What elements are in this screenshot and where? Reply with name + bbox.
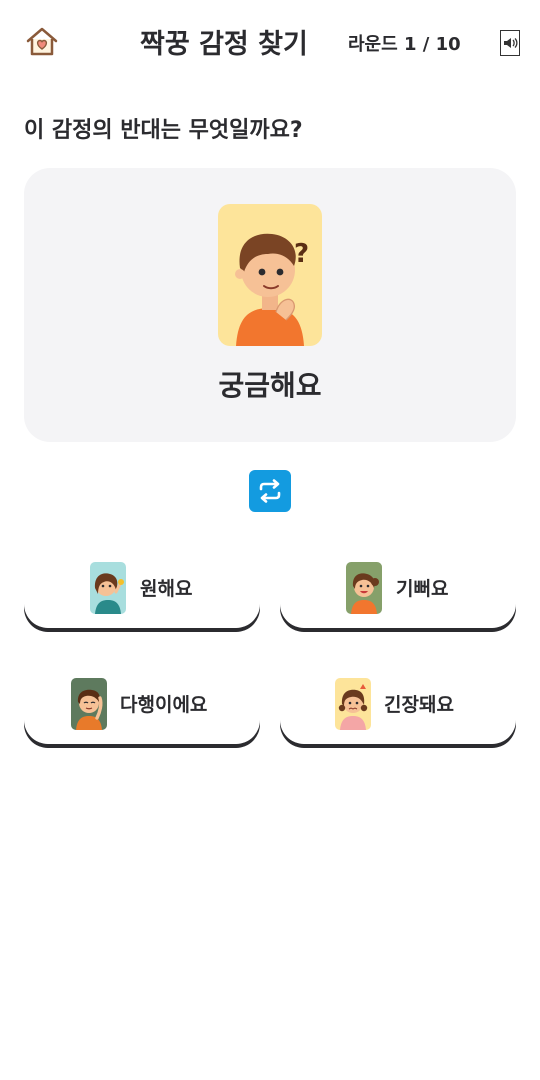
page-title: 짝꿍 감정 찾기: [140, 29, 308, 60]
target-emotion-card: ? 궁금해요: [24, 168, 516, 442]
svg-text:?: ?: [294, 239, 309, 269]
choice-button-2[interactable]: 기뻐요: [280, 554, 516, 628]
curious-boy-illustration: ?: [218, 204, 322, 346]
happy-girl-illustration: [346, 562, 382, 614]
sound-icon: [504, 38, 518, 48]
nervous-girl-illustration: [335, 678, 371, 730]
question-text: 이 감정의 반대는 무엇일까요?: [24, 118, 303, 143]
choice-label: 다행이에요: [120, 694, 208, 716]
choice-button-1[interactable]: 원해요: [24, 554, 260, 628]
home-button[interactable]: [24, 24, 60, 60]
choice-label: 긴장돼요: [384, 694, 454, 716]
relieved-boy-illustration: [71, 678, 107, 730]
target-emotion-label: 궁금해요: [218, 369, 322, 402]
round-counter: 라운드 1 / 10: [348, 34, 461, 55]
choice-button-4[interactable]: 긴장돼요: [280, 670, 516, 744]
sound-button[interactable]: [500, 30, 520, 56]
header: 짝꿍 감정 찾기 라운드 1 / 10: [0, 0, 540, 84]
choice-label: 기뻐요: [396, 578, 449, 600]
wanting-girl-illustration: [90, 562, 126, 614]
choice-label: 원해요: [140, 578, 193, 600]
choice-button-3[interactable]: 다행이에요: [24, 670, 260, 744]
swap-button[interactable]: [249, 470, 291, 512]
home-icon: [26, 27, 58, 56]
repeat-icon: [259, 479, 281, 503]
